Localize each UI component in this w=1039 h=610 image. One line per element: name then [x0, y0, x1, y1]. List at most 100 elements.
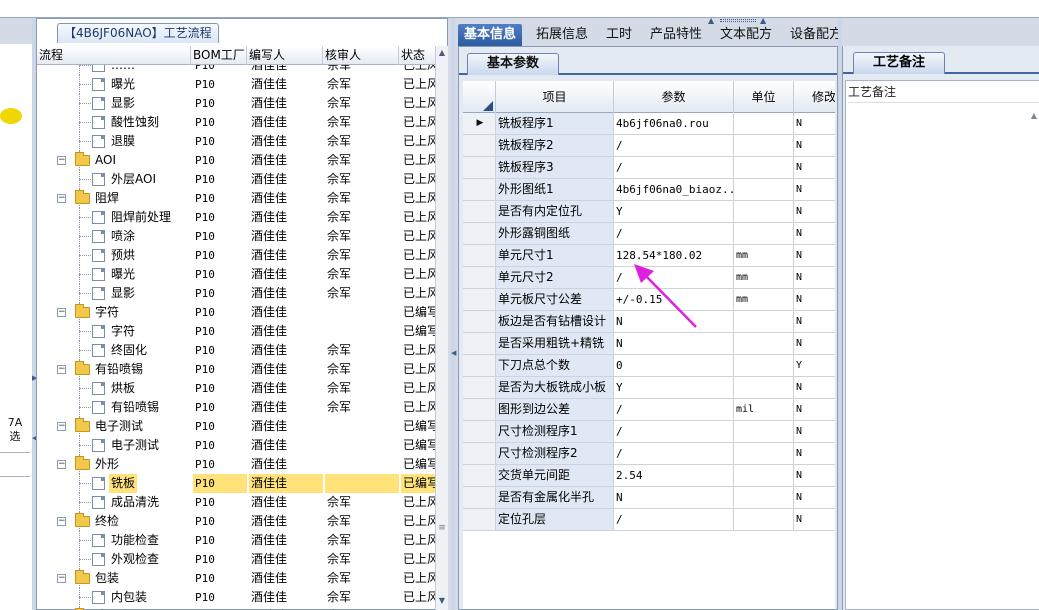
table-row[interactable]: 是否有内定位孔 Y N — [463, 201, 835, 223]
tree-node[interactable]: − 电子测试 — [37, 417, 191, 436]
param-value-cell[interactable]: +/-0.15 — [614, 289, 734, 310]
collapse-toggle-icon[interactable]: − — [57, 156, 66, 165]
collapse-toggle-icon[interactable]: − — [57, 574, 66, 583]
param-modify-cell[interactable]: Y — [794, 355, 835, 376]
tree-row[interactable]: − 外形 P10 酒佳佳 已编写 — [37, 455, 435, 474]
tab-basic-params[interactable]: 基本参数 — [467, 53, 559, 75]
col-header-flow[interactable]: 流程 — [37, 46, 191, 65]
tree-node[interactable]: − 包装 — [37, 569, 191, 588]
tree-row[interactable]: 喷涂 P10 酒佳佳 佘军 已上风 — [37, 227, 435, 246]
tab-extended-info[interactable]: 拓展信息 — [530, 24, 594, 46]
table-row[interactable]: 外形图纸1 4b6jf06na0_biaoz... N — [463, 179, 835, 201]
tree-node[interactable]: 内包装 — [37, 588, 191, 607]
tree-node[interactable]: 功能检查 — [37, 531, 191, 550]
row-header[interactable] — [463, 201, 496, 222]
param-value-cell[interactable]: / — [614, 135, 734, 156]
table-row[interactable]: 铣板程序2/ N — [463, 135, 835, 157]
tab-product-features[interactable]: 产品特性 — [644, 24, 708, 46]
collapse-arrow-icon[interactable]: ◀ — [451, 348, 456, 358]
table-row[interactable]: 板边是否有钻槽设计 N N — [463, 311, 835, 333]
param-modify-cell[interactable]: N — [794, 157, 835, 178]
collapse-toggle-icon[interactable]: − — [57, 517, 66, 526]
param-modify-cell[interactable]: N — [794, 267, 835, 288]
tree-row[interactable]: 有铅喷锡 P10 酒佳佳 佘军 已上风 — [37, 398, 435, 417]
tree-node[interactable]: …… — [37, 65, 191, 75]
row-header[interactable] — [463, 443, 496, 464]
col-header-status[interactable]: 状态 — [399, 46, 435, 65]
table-row[interactable]: 单元尺寸2/mm N — [463, 267, 835, 289]
row-header[interactable] — [463, 289, 496, 310]
param-value-cell[interactable]: / — [614, 267, 734, 288]
param-value-cell[interactable]: N — [614, 487, 734, 508]
tree-node[interactable]: 曝光 — [37, 265, 191, 284]
tree-node[interactable]: − 阻焊 — [37, 189, 191, 208]
tree-node[interactable]: − 外形 — [37, 455, 191, 474]
param-value-cell[interactable]: 4b6jf06na0.rou — [614, 113, 734, 134]
tree-row[interactable]: − 电子测试 P10 酒佳佳 已编写 — [37, 417, 435, 436]
tree-node[interactable]: 喷涂 — [37, 227, 191, 246]
tree-row[interactable]: 成品清洗 P10 酒佳佳 佘军 已上风 — [37, 493, 435, 512]
table-row[interactable]: 是否采用粗铣+精铣 N N — [463, 333, 835, 355]
tree-scrollbar[interactable]: ▲ ≡ ▼ — [435, 46, 448, 610]
param-modify-cell[interactable]: N — [794, 509, 835, 530]
collapse-toggle-icon[interactable]: − — [57, 308, 66, 317]
table-row[interactable]: 图形到边公差 / mil N — [463, 399, 835, 421]
param-value-cell[interactable]: 4b6jf06na0_biaoz... — [614, 179, 734, 200]
tree-row[interactable]: 功能检查 P10 酒佳佳 佘军 已上风 — [37, 531, 435, 550]
param-value-cell[interactable]: / — [614, 157, 734, 178]
param-modify-cell[interactable]: N — [794, 289, 835, 310]
param-value-cell[interactable]: Y — [614, 201, 734, 222]
tree-row[interactable]: − 有铅喷锡 P10 酒佳佳 佘军 已上风 — [37, 360, 435, 379]
tree-node[interactable]: 铣板 — [37, 474, 191, 493]
table-row[interactable]: 是否为大板铣成小板 Y N — [463, 377, 835, 399]
param-modify-cell[interactable]: N — [794, 377, 835, 398]
param-modify-cell[interactable]: N — [794, 487, 835, 508]
tree-node[interactable]: 预烘 — [37, 246, 191, 265]
tree-row[interactable]: 终固化 P10 酒佳佳 佘军 已上风 — [37, 341, 435, 360]
col-header-value[interactable]: 参数 — [614, 81, 734, 113]
tree-row[interactable]: 字符 P10 酒佳佳 已编写 — [37, 322, 435, 341]
tree-node[interactable]: 退膜 — [37, 132, 191, 151]
tree-node[interactable]: 终固化 — [37, 341, 191, 360]
tree-row[interactable]: 外层AOI P10 酒佳佳 佘军 已上风 — [37, 170, 435, 189]
col-header-unit[interactable]: 单位 — [734, 81, 794, 113]
param-modify-cell[interactable]: N — [794, 179, 835, 200]
table-row[interactable]: 定位孔层 / N — [463, 509, 835, 531]
tree-node[interactable]: 酸性蚀刻 — [37, 113, 191, 132]
col-header-reviewer[interactable]: 核审人 — [323, 46, 399, 65]
param-value-cell[interactable]: 2.54 — [614, 465, 734, 486]
tree-row[interactable]: − 包装 P10 酒佳佳 佘军 已上风 — [37, 569, 435, 588]
collapse-toggle-icon[interactable]: − — [57, 422, 66, 431]
tree-row[interactable]: …… P10 酒佳佳 佘军 已上风 — [37, 65, 435, 75]
tree-row[interactable]: 外观检查 P10 酒佳佳 佘军 已上风 — [37, 550, 435, 569]
chat-bubble-icon[interactable] — [0, 108, 22, 124]
row-header[interactable] — [463, 465, 496, 486]
row-header[interactable] — [463, 399, 496, 420]
tree-row[interactable]: 显影 P10 酒佳佳 佘军 已上风 — [37, 284, 435, 303]
row-header[interactable] — [463, 311, 496, 332]
param-value-cell[interactable]: / — [614, 443, 734, 464]
param-value-cell[interactable]: Y — [614, 377, 734, 398]
tree-node[interactable]: 阻焊前处理 — [37, 208, 191, 227]
row-header[interactable] — [463, 421, 496, 442]
collapse-toggle-icon[interactable]: − — [57, 460, 66, 469]
table-row[interactable]: 单元板尺寸公差 +/-0.15 mm N — [463, 289, 835, 311]
param-modify-cell[interactable]: N — [794, 245, 835, 266]
grid-corner[interactable] — [463, 81, 496, 113]
tree-row[interactable]: 内包装 P10 酒佳佳 佘军 已上风 — [37, 588, 435, 607]
tree-node[interactable]: − AOI — [37, 151, 191, 170]
tree-node[interactable]: 外层AOI — [37, 170, 191, 189]
tree-row[interactable]: 预烘 P10 酒佳佳 佘军 已上风 — [37, 246, 435, 265]
tree-row[interactable]: 阻焊前处理 P10 酒佳佳 佘军 已上风 — [37, 208, 435, 227]
table-row[interactable]: 是否有金属化半孔 N N — [463, 487, 835, 509]
row-header[interactable] — [463, 509, 496, 530]
collapse-toggle-icon[interactable]: − — [57, 365, 66, 374]
tree-node[interactable]: 外观检查 — [37, 550, 191, 569]
col-header-item[interactable]: 项目 — [496, 81, 614, 113]
tree-node[interactable]: 烘板 — [37, 379, 191, 398]
tab-text-recipe[interactable]: 文本配方 — [714, 24, 778, 46]
param-modify-cell[interactable]: N — [794, 421, 835, 442]
col-header-modify[interactable]: 修改 — [794, 81, 835, 113]
table-row[interactable]: 外形露铜图纸 / N — [463, 223, 835, 245]
row-header[interactable] — [463, 157, 496, 178]
